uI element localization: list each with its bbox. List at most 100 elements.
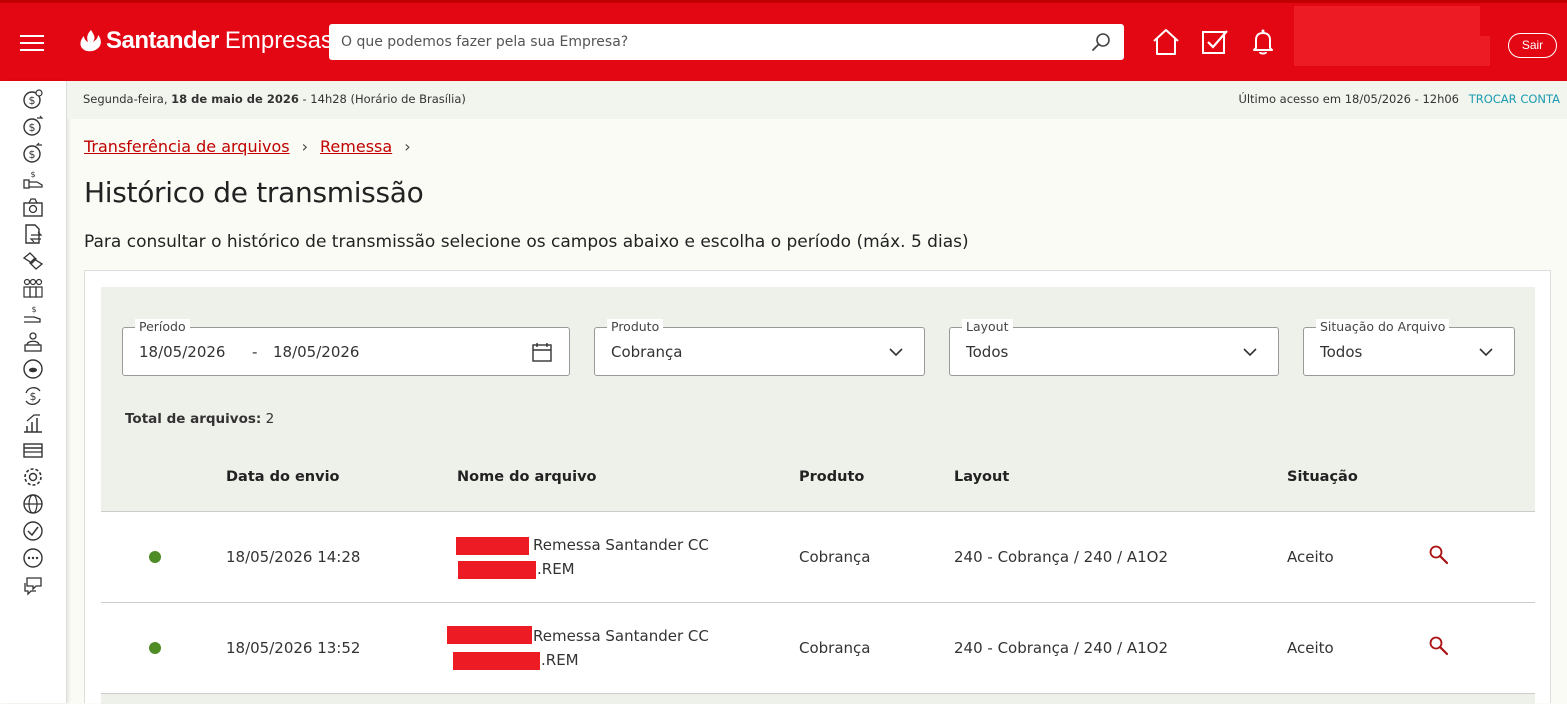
filter-panel: Período 18/05/2026 - 18/05/2026 Produto … bbox=[101, 287, 1535, 511]
period-separator: - bbox=[252, 343, 258, 361]
search-bar[interactable] bbox=[329, 24, 1124, 60]
savings-icon[interactable] bbox=[22, 358, 44, 380]
brand-sub: Empresas bbox=[224, 27, 333, 54]
file-status-select[interactable]: Situação do Arquivo Todos bbox=[1303, 319, 1515, 376]
dollar-transfer-icon[interactable]: $ bbox=[22, 115, 44, 137]
status-dot bbox=[149, 551, 161, 563]
magnifier-details-icon[interactable] bbox=[1428, 635, 1450, 657]
session-info-strip: Segunda-feira, 18 de maio de 2026 - 14h2… bbox=[67, 81, 1567, 119]
redacted-user-name bbox=[1294, 6, 1480, 36]
breadcrumb: Transferência de arquivos › Remessa › bbox=[84, 137, 423, 156]
layout-value: Todos bbox=[966, 343, 1009, 361]
table-row[interactable]: 18/05/2026 13:52 Remessa Santander CC .R… bbox=[101, 602, 1535, 693]
breadcrumb-remessa[interactable]: Remessa bbox=[320, 137, 392, 156]
svg-text:$: $ bbox=[29, 121, 36, 134]
tasks-check-icon[interactable] bbox=[1199, 27, 1229, 57]
gear-icon[interactable] bbox=[22, 466, 44, 488]
redacted-filename-part bbox=[458, 561, 536, 579]
chevron-right-icon: › bbox=[301, 137, 309, 156]
row-status: Aceito bbox=[1287, 548, 1334, 566]
row-status: Aceito bbox=[1287, 639, 1334, 657]
product-select[interactable]: Produto Cobrança bbox=[594, 319, 925, 376]
dollar-hand-icon[interactable]: $ bbox=[22, 304, 44, 326]
svg-text:$: $ bbox=[29, 148, 36, 161]
col-header-status[interactable]: Situação bbox=[1287, 469, 1358, 485]
period-field[interactable]: Período 18/05/2026 - 18/05/2026 bbox=[122, 319, 570, 376]
svg-text:$: $ bbox=[29, 94, 36, 107]
currency-exchange-icon[interactable]: $ bbox=[22, 385, 44, 407]
brand-name: Santander bbox=[106, 27, 219, 54]
chevron-down-icon[interactable] bbox=[1478, 344, 1494, 360]
row-layout: 240 - Cobrança / 240 / A1O2 bbox=[954, 548, 1169, 566]
handshake-icon[interactable] bbox=[22, 250, 44, 272]
row-file-extension: .REM bbox=[537, 560, 575, 578]
team-icon[interactable] bbox=[22, 277, 44, 299]
file-status-value: Todos bbox=[1320, 343, 1363, 361]
history-card: Período 18/05/2026 - 18/05/2026 Produto … bbox=[84, 270, 1551, 704]
check-circle-icon[interactable] bbox=[22, 520, 44, 542]
last-access: Último acesso em 18/05/2026 - 12h06 bbox=[1238, 92, 1459, 106]
magnifier-details-icon[interactable] bbox=[1428, 544, 1450, 566]
row-send-date: 18/05/2026 13:52 bbox=[226, 639, 361, 657]
col-header-file-name[interactable]: Nome do arquivo bbox=[457, 469, 597, 485]
left-sidebar: $ $ $ $ $ $ bbox=[0, 81, 67, 703]
chevron-right-icon: › bbox=[404, 137, 411, 156]
period-end-input[interactable]: 18/05/2026 bbox=[273, 343, 359, 361]
svg-text:$: $ bbox=[30, 170, 35, 179]
camera-icon[interactable] bbox=[22, 196, 44, 218]
total-files-count: 2 bbox=[265, 411, 275, 427]
row-send-date: 18/05/2026 14:28 bbox=[226, 548, 361, 566]
santander-flame-icon bbox=[80, 30, 101, 52]
logout-button[interactable]: Sair bbox=[1508, 33, 1557, 58]
chat-icon[interactable] bbox=[22, 574, 44, 596]
more-icon[interactable] bbox=[22, 547, 44, 569]
redacted-filename-part bbox=[447, 626, 532, 644]
table-footer bbox=[101, 693, 1535, 704]
row-file-name: Remessa Santander CC bbox=[533, 536, 709, 554]
row-file-name: Remessa Santander CC bbox=[533, 627, 709, 645]
dollar-exchange-icon[interactable]: $ bbox=[22, 142, 44, 164]
top-header: Santander Empresas Sair bbox=[0, 0, 1567, 81]
globe-icon[interactable] bbox=[22, 493, 44, 515]
period-label: Período bbox=[135, 319, 190, 335]
row-product: Cobrança bbox=[799, 548, 871, 566]
total-files: Total de arquivos: 2 bbox=[125, 411, 275, 427]
col-header-layout[interactable]: Layout bbox=[954, 469, 1009, 485]
dollar-search-icon[interactable]: $ bbox=[22, 88, 44, 110]
search-icon[interactable] bbox=[1090, 31, 1112, 53]
page-description: Para consultar o histórico de transmissã… bbox=[84, 232, 969, 252]
breadcrumb-file-transfer[interactable]: Transferência de arquivos bbox=[84, 137, 290, 156]
page-title: Histórico de transmissão bbox=[84, 176, 424, 209]
period-start-input[interactable]: 18/05/2026 bbox=[139, 343, 225, 361]
row-layout: 240 - Cobrança / 240 / A1O2 bbox=[954, 639, 1169, 657]
svg-text:$: $ bbox=[30, 390, 37, 403]
table-row[interactable]: 18/05/2026 14:28 Remessa Santander CC .R… bbox=[101, 511, 1535, 602]
brand-logo[interactable]: Santander Empresas bbox=[80, 27, 333, 55]
hamburger-menu-icon[interactable] bbox=[20, 35, 44, 51]
product-label: Produto bbox=[607, 319, 664, 335]
col-header-product[interactable]: Produto bbox=[799, 469, 864, 485]
chevron-down-icon[interactable] bbox=[1242, 344, 1258, 360]
status-dot bbox=[149, 642, 161, 654]
home-icon[interactable] bbox=[1151, 27, 1181, 57]
svg-text:$: $ bbox=[31, 305, 36, 314]
chevron-down-icon[interactable] bbox=[888, 344, 904, 360]
growth-icon[interactable] bbox=[22, 412, 44, 434]
row-file-extension: .REM bbox=[541, 651, 579, 669]
current-date: Segunda-feira, 18 de maio de 2026 - 14h2… bbox=[83, 92, 466, 106]
bell-icon[interactable] bbox=[1248, 27, 1278, 57]
search-input[interactable] bbox=[341, 34, 1090, 50]
investor-icon[interactable] bbox=[22, 331, 44, 353]
layout-select[interactable]: Layout Todos bbox=[949, 319, 1279, 376]
product-value: Cobrança bbox=[611, 343, 683, 361]
calendar-icon[interactable] bbox=[531, 341, 553, 363]
switch-account-link[interactable]: TROCAR CONTA bbox=[1469, 92, 1560, 106]
col-header-send-date[interactable]: Data do envio bbox=[226, 469, 340, 485]
redacted-filename-part bbox=[453, 652, 540, 670]
row-product: Cobrança bbox=[799, 639, 871, 657]
redacted-user-company bbox=[1294, 36, 1490, 66]
layout-label: Layout bbox=[962, 319, 1013, 335]
card-stack-icon[interactable] bbox=[22, 439, 44, 461]
document-transfer-icon[interactable] bbox=[22, 223, 44, 245]
payment-hand-icon[interactable]: $ bbox=[22, 169, 44, 191]
